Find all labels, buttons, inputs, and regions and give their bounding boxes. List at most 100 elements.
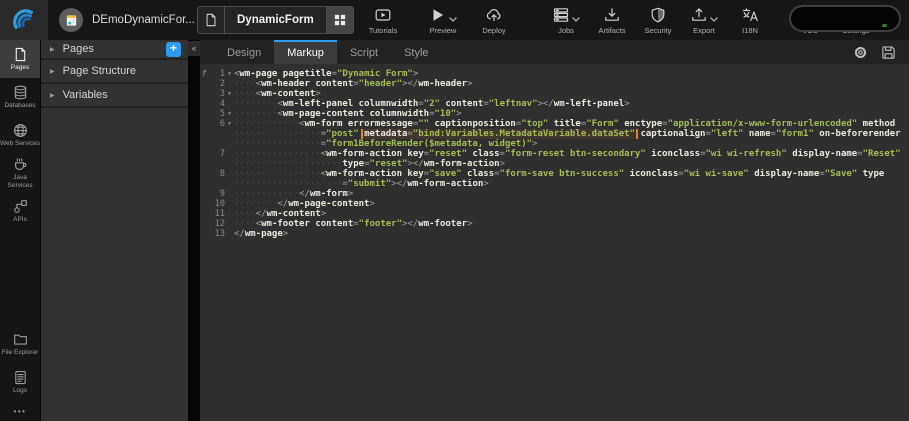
code-token-attr: errormessage <box>348 119 413 129</box>
code-line[interactable]: ····<wm-footer content="footer"></wm-foo… <box>234 219 909 229</box>
chevron-down-icon <box>449 17 457 22</box>
code-line[interactable]: </wm-page> <box>234 229 909 239</box>
panel-section-pages[interactable]: ▶Pages+ <box>41 40 188 60</box>
code-token-tag: wm-page <box>245 229 283 239</box>
code-line[interactable]: ········<wm-page-content columnwidth="10… <box>234 109 909 119</box>
code-token-ws: ···· <box>234 79 256 89</box>
gutter-fold-spacer <box>225 139 234 149</box>
code-token-ws: ················ <box>234 139 321 149</box>
project-selector[interactable]: DEmoDynamicFor... <box>59 8 213 32</box>
gutter-fold-spacer <box>225 189 234 199</box>
tool-tutorials[interactable]: Tutorials <box>360 6 406 35</box>
code-line[interactable]: <wm-page pagetitle="Dynamic Form"> <box>234 69 909 79</box>
tool-i18n[interactable]: I18N <box>727 6 773 35</box>
download-tray-icon <box>604 7 620 23</box>
code-token-tag: wm-page-content <box>283 109 364 119</box>
gutter: 12 <box>200 219 234 229</box>
fold-caret-icon[interactable]: ▼ <box>225 109 234 119</box>
gutter-fold-spacer <box>225 159 234 169</box>
caret-right-icon: ▶ <box>50 46 55 53</box>
code-token-ws: ···· <box>234 209 256 219</box>
code-row: 13</wm-page> <box>200 229 909 239</box>
panel-section-variables[interactable]: ▶Variables <box>41 84 188 108</box>
gutter: 9 <box>200 189 234 199</box>
code-line[interactable]: ····<wm-content> <box>234 89 909 99</box>
sidebar-item-web-services[interactable]: Web Services <box>0 116 40 154</box>
tool-icon-row <box>486 6 502 23</box>
tool-label: Tutorials <box>369 26 397 35</box>
tool-jobs[interactable]: Jobs <box>543 6 589 35</box>
sidebar-more-button[interactable]: ••• <box>0 401 40 421</box>
code-line[interactable]: ················<wm-form-action key="sav… <box>234 169 909 179</box>
tool-label: Artifacts <box>598 26 625 35</box>
gutter-fold-spacer <box>225 169 234 179</box>
gutter: 10 <box>200 199 234 209</box>
sidebar-item-label: Databases <box>4 102 35 110</box>
code-row: ····················="submit"></wm-form-… <box>200 179 909 189</box>
panel-section-page-structure[interactable]: ▶Page Structure <box>41 60 188 84</box>
code-line[interactable]: ················<wm-form-action key="res… <box>234 149 909 159</box>
pages-grid-icon[interactable] <box>326 7 353 33</box>
gutter-marker <box>200 179 208 189</box>
sidebar-item-apis[interactable]: APIs <box>0 192 40 230</box>
tool-label: Preview <box>430 26 457 35</box>
markup-settings-gear-icon[interactable] <box>853 45 868 60</box>
status-dot <box>882 24 887 27</box>
add-page-button[interactable]: + <box>166 42 181 57</box>
code-line[interactable]: ····<wm-header content="header"></wm-hea… <box>234 79 909 89</box>
fold-caret-icon[interactable]: ▼ <box>225 69 234 79</box>
collapse-panel-button[interactable]: « <box>188 41 200 56</box>
code-line[interactable]: ····</wm-content> <box>234 209 909 219</box>
gutter-marker <box>200 99 208 109</box>
line-number <box>208 159 225 169</box>
fold-caret-icon[interactable]: ▼ <box>225 89 234 99</box>
tool-deploy[interactable]: Deploy <box>471 6 517 35</box>
code-token-ws: ············ <box>234 119 299 129</box>
save-icon[interactable] <box>881 45 896 60</box>
tab-style[interactable]: Style <box>391 40 441 64</box>
tab-design[interactable]: Design <box>214 40 274 64</box>
code-line[interactable]: ············<wm-form errormessage="" cap… <box>234 119 909 129</box>
code-line[interactable]: ········</wm-page-content> <box>234 199 909 209</box>
code-line[interactable]: ················="post" metadata="bind:V… <box>234 129 909 139</box>
gutter-marker <box>200 139 208 149</box>
code-token-tag: wm-left-panel <box>283 99 353 109</box>
user-account-area[interactable] <box>789 5 901 32</box>
fold-caret-icon[interactable]: ▼ <box>225 119 234 129</box>
code-line[interactable]: ············</wm-form> <box>234 189 909 199</box>
sidebar-item-file-explorer[interactable]: File Explorer <box>0 325 40 363</box>
code-line[interactable]: ········<wm-left-panel columnwidth="2" c… <box>234 99 909 109</box>
tool-artifacts[interactable]: Artifacts <box>589 6 635 35</box>
page-tab[interactable]: DynamicForm <box>197 6 354 34</box>
left-icon-sidebar: Pages Databases Web ServicesJava ServicesA… <box>0 40 40 421</box>
sidebar-item-databases[interactable]: Databases <box>0 78 40 116</box>
code-area[interactable]: f1▼<wm-page pagetitle="Dynamic Form">2··… <box>200 64 909 421</box>
cloud-upload-icon <box>486 7 502 23</box>
tool-export[interactable]: Export <box>681 6 727 35</box>
code-line[interactable]: ····················="submit"></wm-form-… <box>234 179 909 189</box>
code-line[interactable]: ················="form1BeforeRender($met… <box>234 139 909 149</box>
code-token-str: "left" <box>711 129 744 139</box>
panel-splitter[interactable]: « <box>188 40 200 421</box>
code-token-ws: ········ <box>234 99 277 109</box>
gutter-marker <box>200 189 208 199</box>
sidebar-item-java-services[interactable]: Java Services <box>0 154 40 192</box>
code-token-attr: metadata <box>364 129 407 139</box>
tool-security[interactable]: Security <box>635 6 681 35</box>
project-avatar <box>59 8 83 32</box>
code-token-ws: ···················· <box>234 179 342 189</box>
code-row: 12····<wm-footer content="footer"></wm-f… <box>200 219 909 229</box>
tab-markup[interactable]: Markup <box>274 40 337 64</box>
line-number: 11 <box>208 209 225 219</box>
code-line[interactable]: ····················type="reset"></wm-fo… <box>234 159 909 169</box>
gutter: 11 <box>200 209 234 219</box>
code-token-ws: ············ <box>234 189 299 199</box>
page-document-icon <box>198 7 225 33</box>
line-number: 3 <box>208 89 225 99</box>
tool-preview[interactable]: Preview <box>420 6 466 35</box>
sidebar-item-pages[interactable]: Pages <box>0 40 40 78</box>
tab-script[interactable]: Script <box>337 40 391 64</box>
code-token-attr: enctype <box>624 119 662 129</box>
sidebar-item-logs[interactable]: Logs <box>0 363 40 401</box>
app-logo[interactable] <box>0 0 48 40</box>
